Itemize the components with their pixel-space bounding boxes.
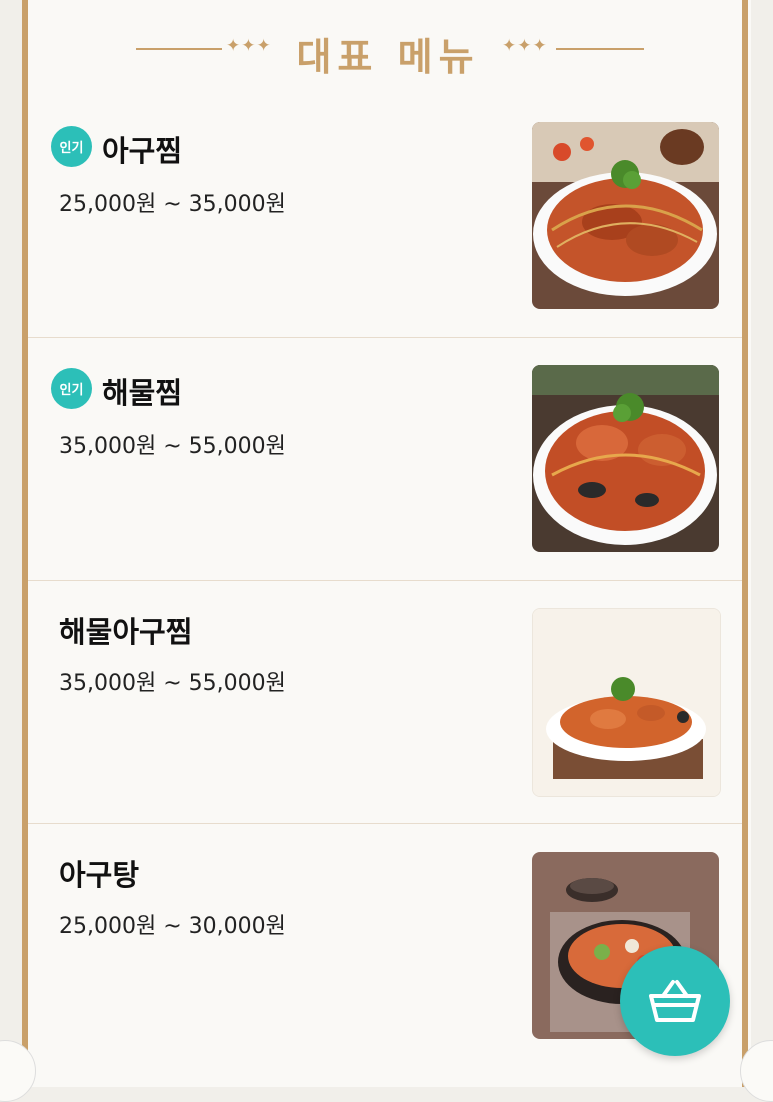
menu-item-price: 35,000원 ~ 55,000원 [59,671,286,696]
braised-seafood-monkfish-photo [532,608,721,797]
menu-item-name: 아구찜 [102,134,183,168]
menu-item-name: 해물아구찜 [59,615,193,649]
menu-item[interactable]: 인기 아구찜 25,000원 ~ 35,000원 [28,122,742,338]
header-left-ornament: ✦✦✦ [226,36,272,56]
header-right-line [556,48,644,50]
braised-monkfish-photo [532,122,719,309]
menu-item-name: 해물찜 [102,376,183,410]
cart-button[interactable] [620,946,730,1056]
popular-badge: 인기 [51,368,92,409]
menu-item[interactable]: 아구탕 25,000원 ~ 30,000원 [28,824,742,1087]
menu-item-name: 아구탕 [59,858,140,892]
shopping-basket-icon [649,980,701,1022]
menu-item[interactable]: 해물아구찜 35,000원 ~ 55,000원 [28,581,742,824]
header-left-line [136,48,222,50]
header-right-ornament: ✦✦✦ [502,36,548,56]
menu-item-price: 35,000원 ~ 55,000원 [59,434,286,459]
popular-badge: 인기 [51,126,92,167]
menu-item[interactable]: 인기 해물찜 35,000원 ~ 55,000원 [28,338,742,581]
right-border-rail [742,0,748,1087]
braised-seafood-photo [532,365,719,552]
section-title: 대표 메뉴 [296,35,480,79]
menu-item-price: 25,000원 ~ 30,000원 [59,914,286,939]
section-header: ✦✦✦ 대표 메뉴 ✦✦✦ [130,24,645,79]
menu-item-price: 25,000원 ~ 35,000원 [59,192,286,217]
